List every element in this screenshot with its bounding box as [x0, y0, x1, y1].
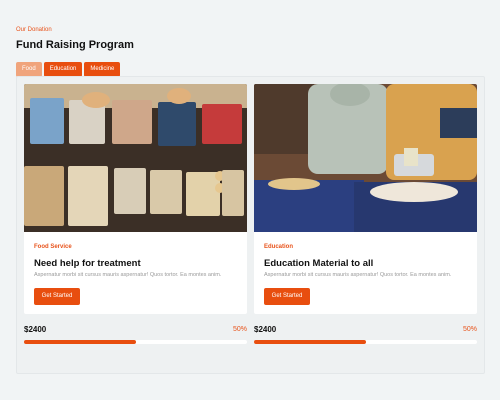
category-tabs: Food Education Medicine	[16, 62, 121, 77]
goal-amount: $2400	[24, 325, 47, 334]
donation-card-food: Food Service Need help for treatment Asp…	[24, 84, 247, 314]
card-description: Aspernatur morbi sit cursus mauris asper…	[34, 272, 222, 278]
card-title: Education Material to all	[264, 258, 374, 269]
food-packing-photo	[24, 84, 247, 232]
tab-medicine[interactable]: Medicine	[84, 62, 121, 77]
donation-goal-education: $2400 50%	[254, 325, 477, 347]
get-started-button[interactable]: Get Started	[264, 288, 310, 305]
donation-goal-food: $2400 50%	[24, 325, 247, 347]
goal-amount: $2400	[254, 325, 277, 334]
card-description: Aspernatur morbi sit cursus mauris asper…	[264, 272, 452, 278]
tab-food[interactable]: Food	[16, 62, 42, 77]
get-started-button[interactable]: Get Started	[34, 288, 80, 305]
progress-fill	[254, 340, 366, 344]
card-title: Need help for treatment	[34, 258, 141, 269]
volunteers-photo	[254, 84, 477, 232]
goal-percent: 50%	[232, 326, 247, 333]
page-title: Fund Raising Program	[16, 39, 134, 51]
progress-track	[24, 340, 247, 344]
card-category: Education	[264, 244, 294, 250]
card-category: Food Service	[34, 244, 72, 250]
goal-percent: 50%	[462, 326, 477, 333]
progress-fill	[24, 340, 136, 344]
tab-education[interactable]: Education	[43, 62, 83, 77]
eyebrow-label: Our Donation	[16, 27, 52, 33]
donation-card-education: Education Education Material to all Aspe…	[254, 84, 477, 314]
progress-track	[254, 340, 477, 344]
